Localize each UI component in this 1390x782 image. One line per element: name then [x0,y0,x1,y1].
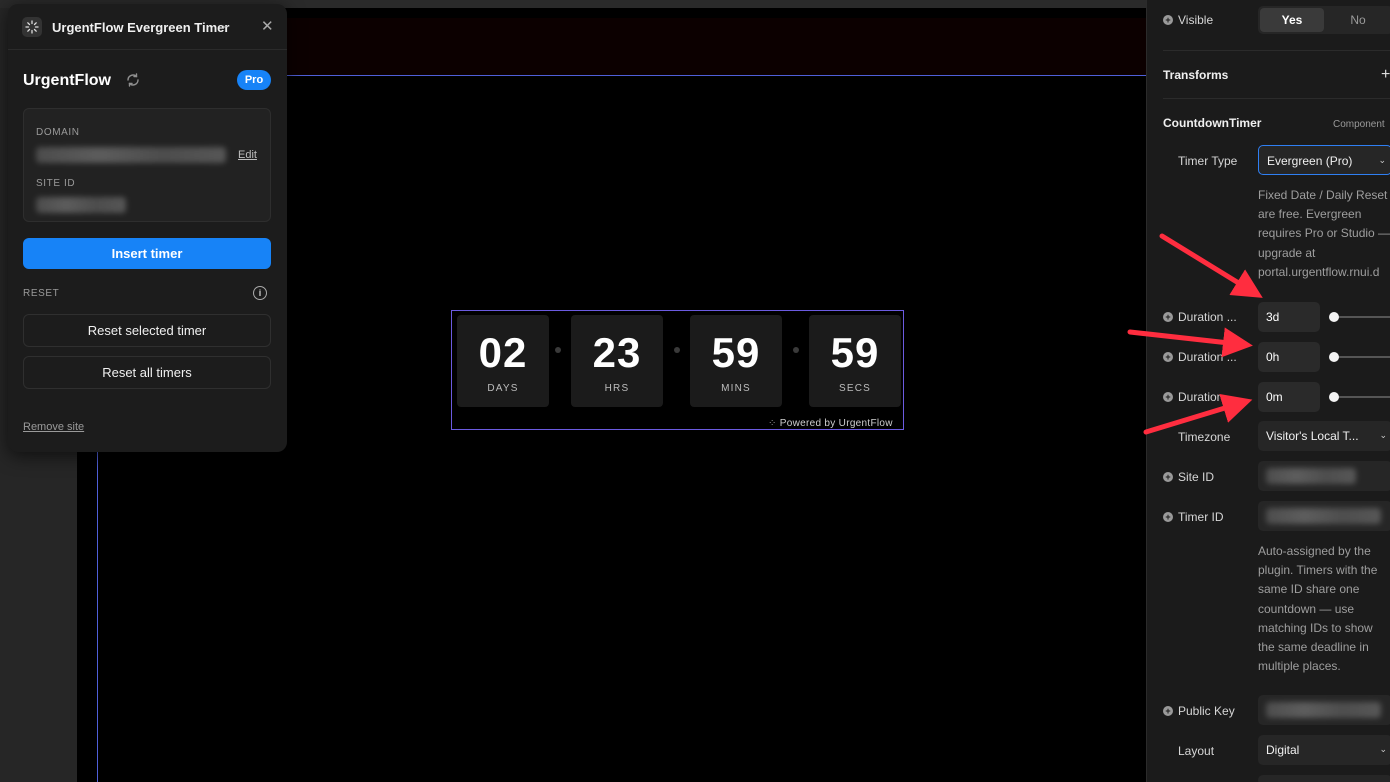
component-tag: Component [1333,119,1385,130]
domain-value-redacted [36,147,226,163]
visible-no-option[interactable]: No [1326,8,1390,32]
brand-name: UrgentFlow [23,72,111,89]
powered-by-label: ⁘ Powered by UrgentFlow [768,418,893,429]
timer-seconds-value: 59 [830,329,880,376]
plugin-logo-icon [22,17,42,37]
powered-by-icon: ⁘ [768,418,777,429]
timer-type-select[interactable]: Evergreen (Pro) ⌄ [1258,145,1390,175]
chevron-down-icon: ⌄ [1379,744,1387,754]
duration-hours-slider-track[interactable] [1333,356,1390,358]
timer-separator-dot [674,347,680,353]
add-binding-icon[interactable]: + [1163,15,1173,25]
duration-hours-label: Duration ... [1178,350,1237,364]
timer-id-field-redacted [1266,508,1381,524]
insert-timer-button[interactable]: Insert timer [23,238,271,269]
layout-label: Layout [1178,744,1215,758]
public-key-field-redacted [1266,702,1381,718]
site-id-prop-label: Site ID [1178,470,1215,484]
timezone-value: Visitor's Local T... [1266,429,1359,443]
refresh-icon[interactable] [125,72,141,88]
pro-badge: Pro [237,70,271,90]
timer-minutes-caption: MINS [721,383,751,394]
site-id-label: SITE ID [36,178,76,189]
plugin-panel: UrgentFlow Evergreen Timer ⌄ ✕ UrgentFlo… [8,4,287,452]
timer-id-label: Timer ID [1178,510,1224,524]
visible-label: Visible [1178,13,1214,27]
visible-yes-option[interactable]: Yes [1260,8,1324,32]
chevron-down-icon: ⌄ [1378,155,1386,165]
timer-days-value: 02 [478,329,528,376]
timer-hours-value: 23 [592,329,642,376]
site-id-field-redacted [1266,468,1356,484]
duration-hours-slider-handle[interactable] [1329,352,1339,362]
edit-domain-link[interactable]: Edit [238,149,257,161]
duration-days-input[interactable]: 3d [1258,302,1320,332]
add-binding-icon[interactable]: + [1163,512,1173,522]
duration-hours-input[interactable]: 0h [1258,342,1320,372]
duration-days-slider-track[interactable] [1333,316,1390,318]
duration-minutes-slider-handle[interactable] [1329,392,1339,402]
timer-type-label: Timer Type [1178,154,1238,168]
timer-separator-dot [555,347,561,353]
timer-type-value: Evergreen (Pro) [1267,154,1353,168]
chevron-down-icon: ⌄ [1379,430,1387,440]
timezone-select[interactable]: Visitor's Local T... ⌄ [1258,421,1390,451]
add-binding-icon[interactable]: + [1163,312,1173,322]
timer-days-caption: DAYS [487,383,519,394]
timer-id-field[interactable] [1258,501,1390,531]
duration-days-slider-handle[interactable] [1329,312,1339,322]
timer-unit-minutes: 59 MINS [690,315,782,407]
reset-selected-timer-button[interactable]: Reset selected timer [23,314,271,347]
chevron-down-icon[interactable]: ⌄ [221,20,229,31]
add-binding-icon[interactable]: + [1163,472,1173,482]
duration-minutes-label: Duration ... [1178,390,1237,404]
timer-type-help: Fixed Date / Daily Reset are free. Everg… [1258,188,1390,279]
timer-id-help: Auto-assigned by the plugin. Timers with… [1258,544,1378,674]
timer-separator-dot [793,347,799,353]
domain-label: DOMAIN [36,127,80,138]
countdown-timer-widget[interactable]: 02 DAYS 23 HRS 59 MINS 59 SECS ⁘ Powered… [451,310,904,430]
public-key-label: Public Key [1178,704,1235,718]
duration-minutes-slider-track[interactable] [1333,396,1390,398]
divider [1163,50,1390,51]
timer-seconds-caption: SECS [838,383,872,394]
reset-section-label: RESET [23,288,60,299]
plugin-header: UrgentFlow Evergreen Timer ⌄ ✕ [8,4,287,50]
timer-unit-days: 02 DAYS [457,315,549,407]
remove-site-link[interactable]: Remove site [23,421,84,433]
duration-minutes-input[interactable]: 0m [1258,382,1320,412]
timer-hours-caption: HRS [604,383,630,394]
properties-panel: + Visible Yes No Transforms + CountdownT… [1146,0,1390,782]
visible-toggle: Yes No [1258,6,1390,34]
layout-select[interactable]: Digital ⌄ [1258,735,1390,765]
plugin-title[interactable]: UrgentFlow Evergreen Timer [52,20,229,35]
timer-unit-seconds: 59 SECS [809,315,901,407]
info-icon[interactable]: i [253,286,267,300]
add-binding-icon[interactable]: + [1163,706,1173,716]
layout-value: Digital [1266,743,1300,757]
close-icon[interactable]: ✕ [261,17,274,35]
site-id-value-redacted [36,197,126,213]
add-binding-icon[interactable]: + [1163,392,1173,402]
reset-all-timers-button[interactable]: Reset all timers [23,356,271,389]
timer-minutes-value: 59 [711,329,761,376]
add-transform-icon[interactable]: + [1381,66,1390,84]
timezone-label: Timezone [1178,430,1231,444]
next-field-partial [1258,775,1390,782]
timer-unit-hours: 23 HRS [571,315,663,407]
site-info-card: DOMAIN Edit SITE ID [23,108,271,222]
duration-days-label: Duration ... [1178,310,1237,324]
site-id-field[interactable] [1258,461,1390,491]
component-title: CountdownTimer [1163,116,1262,130]
transforms-title: Transforms [1163,68,1229,82]
public-key-field[interactable] [1258,695,1390,725]
powered-by-text: Powered by UrgentFlow [779,418,893,429]
add-binding-icon[interactable]: + [1163,352,1173,362]
divider [1163,98,1390,99]
